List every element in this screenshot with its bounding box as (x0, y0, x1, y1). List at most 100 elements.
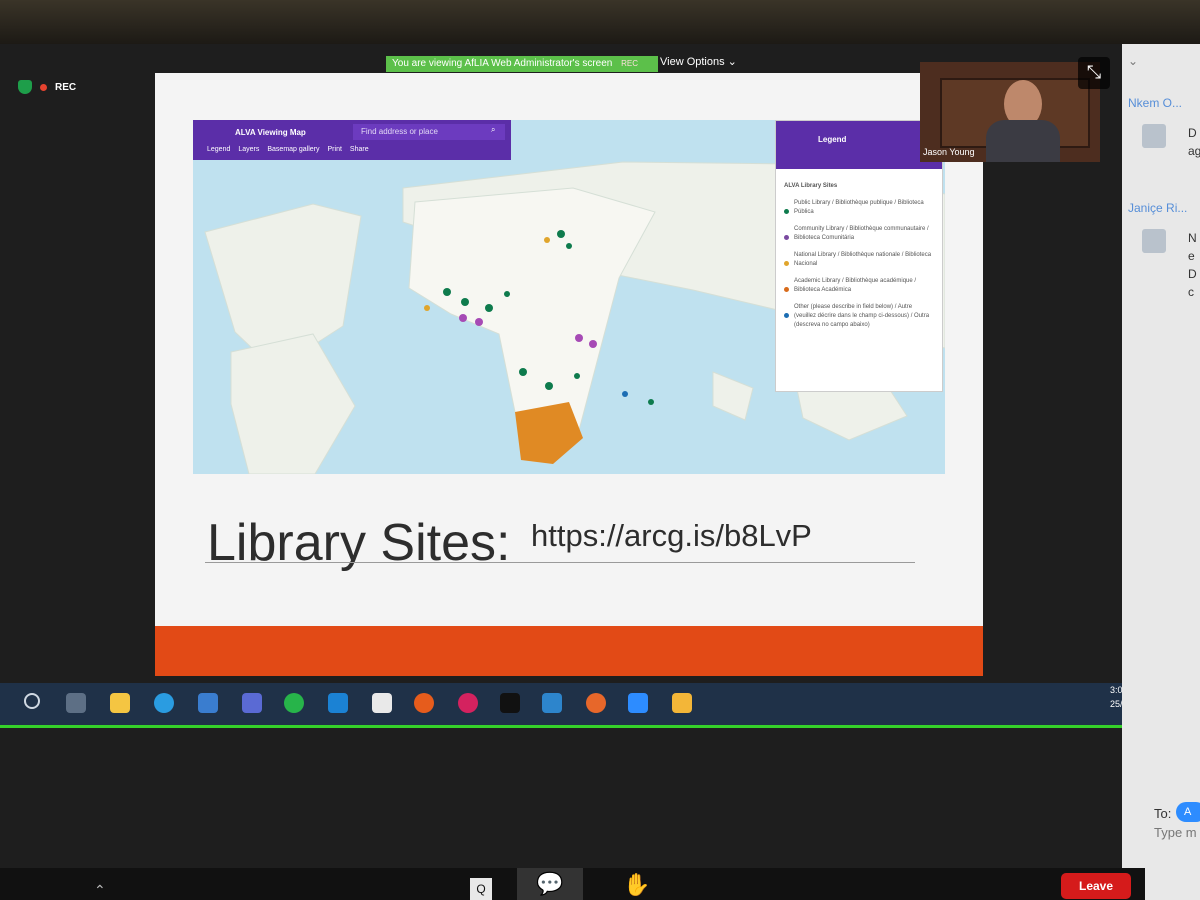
leave-button[interactable]: Leave (1061, 873, 1131, 899)
other-library-dot (622, 391, 628, 397)
recording-indicator: REC (18, 80, 76, 94)
public-library-dot (557, 230, 565, 238)
raise-hand-icon[interactable]: ✋ (623, 872, 650, 898)
national-library-dot (424, 305, 430, 311)
minimize-video-button[interactable]: ⤡ (1078, 57, 1110, 89)
collapse-icon: ⤡ (1086, 62, 1102, 82)
chevron-down-icon: ⌄ (727, 56, 737, 68)
public-library-dot (519, 368, 527, 376)
public-library-dot (504, 291, 510, 297)
banner-rec-label: REC (621, 59, 639, 68)
public-library-dot (566, 243, 572, 249)
chat-recipient-dropdown[interactable]: A (1176, 802, 1200, 822)
slide-footer-bar (155, 626, 983, 676)
recording-label: REC (55, 81, 77, 93)
legend-header: Legend (776, 121, 942, 169)
legend-item-community: Community Library / Bibliothèque communa… (776, 221, 942, 247)
legend-item-label: National Library / Bibliothèque national… (794, 252, 932, 267)
zoom-icon[interactable] (628, 693, 648, 713)
terminal-icon[interactable] (500, 693, 520, 713)
speaker-name: Jason Young (923, 147, 975, 157)
chat-input[interactable]: Type m (1154, 825, 1197, 840)
mail-icon[interactable] (198, 693, 218, 713)
map-search-input[interactable]: Find address or place (353, 124, 505, 140)
legend-item-other: Other (please describe in field below) /… (776, 299, 942, 334)
chevron-up-icon[interactable]: ⌃ (94, 882, 106, 899)
legend-item-label: Community Library / Bibliothèque communa… (794, 226, 929, 241)
legend-item-label: Public Library / Bibliothèque publique /… (794, 200, 924, 215)
file-explorer-icon[interactable] (110, 693, 130, 713)
firefox-icon[interactable] (586, 693, 606, 713)
map-view[interactable]: ALVA Viewing Map Find address or place ⌕… (193, 120, 945, 474)
avatar (1142, 229, 1166, 253)
map-toolbar: ALVA Viewing Map Find address or place ⌕… (193, 120, 511, 160)
avatar (1142, 124, 1166, 148)
community-library-dot (589, 340, 597, 348)
national-library-swatch (784, 261, 789, 266)
app-icon[interactable] (458, 693, 478, 713)
search-icon[interactable] (24, 693, 40, 709)
legend-item-public: Public Library / Bibliothèque publique /… (776, 195, 942, 221)
meeting-controls-bar: ⌃ Q 💬 ✋ (0, 868, 1145, 900)
map-toolbar-links: Legend Layers Basemap gallery Print Shar… (207, 146, 369, 153)
shield-icon (18, 80, 32, 94)
public-library-dot (485, 304, 493, 312)
phone-icon[interactable] (328, 693, 348, 713)
legend-subtitle: ALVA Library Sites (784, 183, 838, 189)
slide-title: Library Sites: (207, 514, 511, 572)
legend-item-label: Academic Library / Bibliothèque académiq… (794, 278, 917, 293)
whatsapp-icon[interactable] (284, 693, 304, 713)
print-tool-link[interactable]: Print (328, 146, 342, 153)
edge-icon[interactable] (154, 693, 174, 713)
community-library-dot (575, 334, 583, 342)
share-tool-link[interactable]: Share (350, 146, 369, 153)
task-view-icon[interactable] (66, 693, 86, 713)
chat-button[interactable]: 💬 (517, 868, 583, 900)
chat-sender: Janiçe Ri... (1128, 201, 1188, 215)
community-library-dot (475, 318, 483, 326)
chevron-down-icon[interactable]: ⌄ (1128, 54, 1138, 68)
public-library-dot (545, 382, 553, 390)
windows-taskbar: 3:06 25/05 (0, 683, 1145, 728)
chat-panel: ⌄ Nkem O... D ag Janiçe Ri... N e D c (1122, 44, 1200, 900)
academic-library-swatch (784, 287, 789, 292)
chat-sender: Nkem O... (1128, 96, 1183, 110)
chat-to-label: To: (1154, 806, 1172, 821)
chat-message-text: N e D c (1188, 231, 1197, 299)
chat-message-text: D ag (1188, 126, 1200, 158)
public-library-dot (574, 373, 580, 379)
view-options-button[interactable]: View Options ⌄ (660, 54, 737, 70)
other-library-swatch (784, 313, 789, 318)
search-icon[interactable]: ⌕ (491, 125, 495, 135)
community-library-swatch (784, 235, 789, 240)
legend-panel: Legend ALVA Library Sites Public Library… (775, 120, 943, 392)
national-library-dot (544, 237, 550, 243)
legend-item-label: Other (please describe in field below) /… (794, 304, 930, 328)
legend-tool-link[interactable]: Legend (207, 146, 230, 153)
ubuntu-icon[interactable] (414, 693, 434, 713)
speaker-body (986, 120, 1060, 162)
slide-divider (205, 562, 915, 563)
qa-button[interactable]: Q (470, 878, 492, 900)
slack-icon[interactable] (372, 693, 392, 713)
basemap-gallery-link[interactable]: Basemap gallery (267, 146, 319, 153)
legend-item-national: National Library / Bibliothèque national… (776, 247, 942, 273)
public-library-dot (443, 288, 451, 296)
recording-dot-icon (40, 83, 47, 91)
shared-slide: ALVA Viewing Map Find address or place ⌕… (155, 73, 983, 676)
media-player-icon[interactable] (672, 693, 692, 713)
legend-item-academic: Academic Library / Bibliothèque académiq… (776, 273, 942, 299)
room-background (0, 0, 1200, 44)
sharing-text: You are viewing AfLIA Web Administrator'… (392, 58, 613, 69)
public-library-dot (648, 399, 654, 405)
people-icon[interactable] (242, 693, 262, 713)
layers-tool-link[interactable]: Layers (238, 146, 259, 153)
screen-sharing-banner: You are viewing AfLIA Web Administrator'… (386, 56, 658, 72)
chat-bubble-icon: 💬 (536, 871, 564, 896)
public-library-swatch (784, 209, 789, 214)
zoom-window: You are viewing AfLIA Web Administrator'… (0, 0, 1200, 900)
vscode-icon[interactable] (542, 693, 562, 713)
public-library-dot (461, 298, 469, 306)
slide-url[interactable]: https://arcg.is/b8LvP (531, 518, 812, 554)
community-library-dot (459, 314, 467, 322)
